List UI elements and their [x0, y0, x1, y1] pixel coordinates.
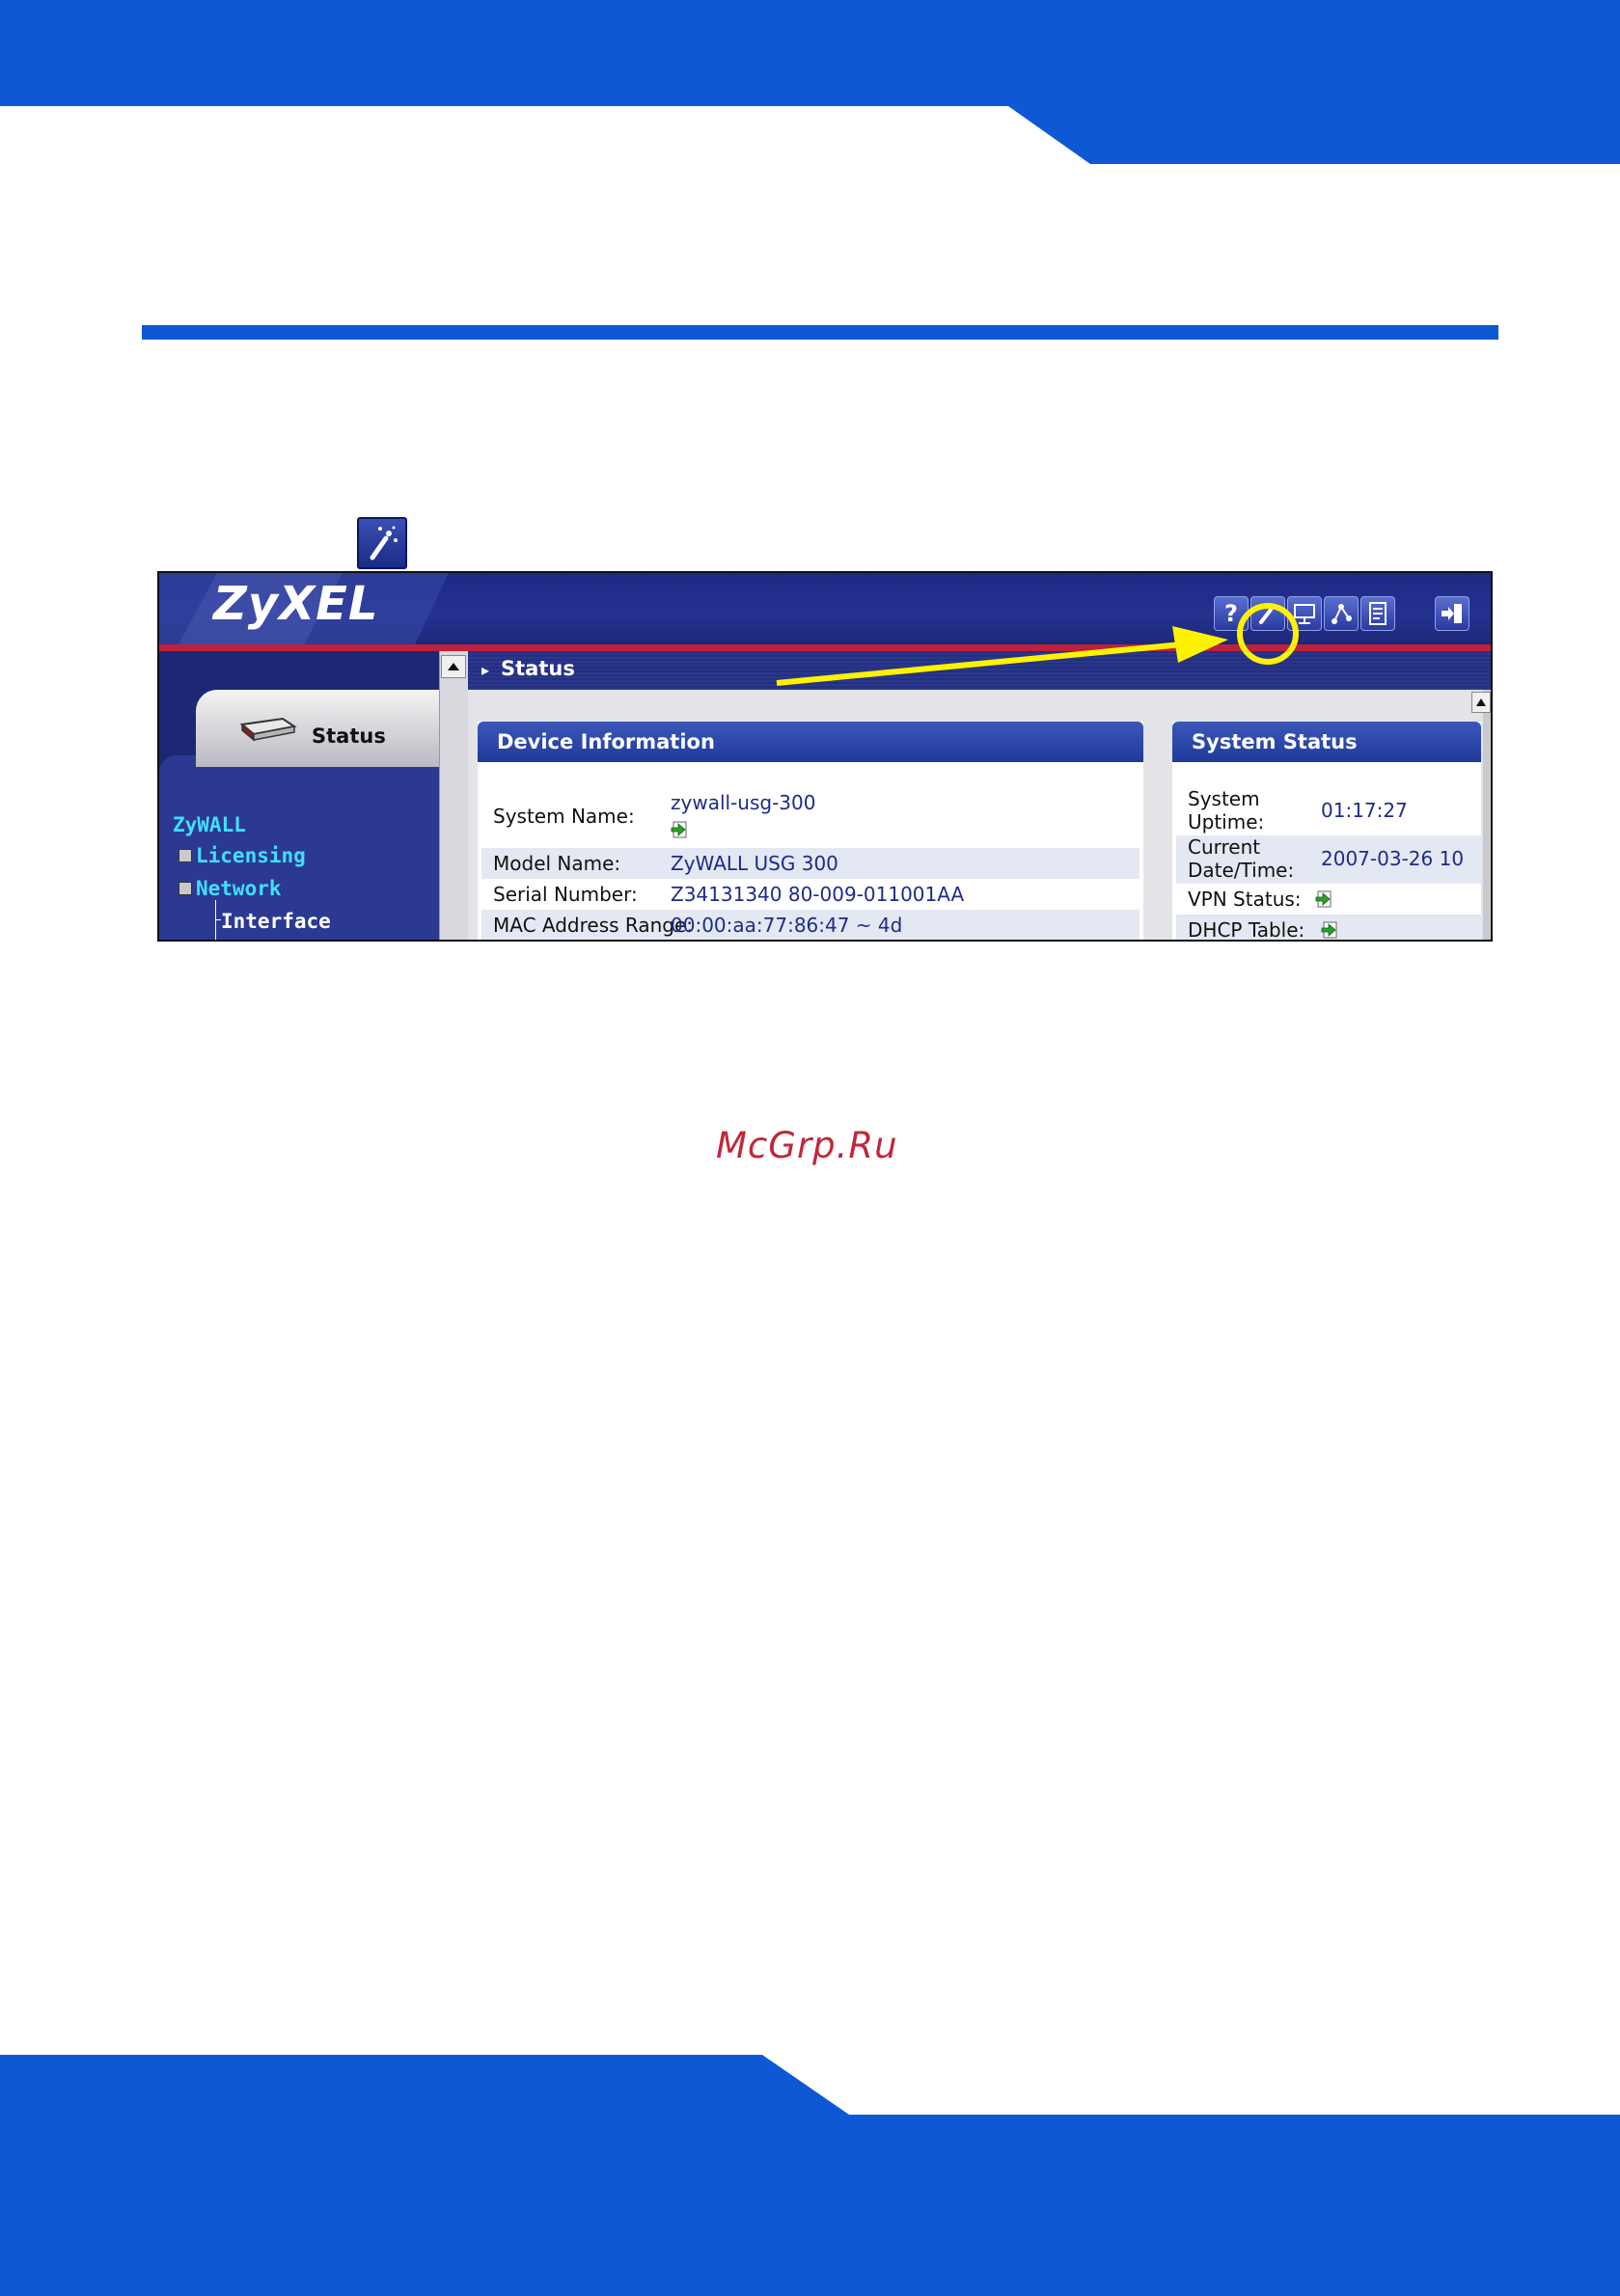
panel-title: Device Information [497, 730, 715, 753]
table-row: Model Name: ZyWALL USG 300 [481, 848, 1139, 879]
go-arrow-icon[interactable] [671, 820, 690, 839]
notes-icon [1369, 602, 1387, 625]
table-row: MAC Address Range: 00:00:aa:77:86:47 ~ 4… [481, 910, 1139, 940]
row-value: 2007-03-26 10 [1321, 847, 1465, 870]
table-row: VPN Status: [1176, 884, 1481, 915]
scroll-up-icon [448, 663, 459, 670]
scroll-up-button[interactable] [1471, 692, 1491, 713]
wand-icon [357, 517, 407, 569]
row-label: Uptime: [1188, 810, 1265, 834]
expand-icon[interactable] [178, 849, 192, 862]
row-label: System [1188, 787, 1260, 810]
nav-item-zywall[interactable]: ZyWALL [173, 813, 246, 836]
nav-scrollbar[interactable] [439, 651, 468, 940]
row-label: DHCP Table: [1188, 918, 1305, 942]
status-tab[interactable]: Status [196, 690, 439, 767]
table-row: Current Date/Time: 2007-03-26 10 [1176, 835, 1481, 884]
page-title: Status [501, 657, 575, 680]
section-rule [142, 325, 1498, 340]
watermark: McGrp.Ru [716, 1125, 898, 1166]
nav-item-licensing[interactable]: Licensing [196, 844, 306, 867]
row-label: VPN Status: [1188, 888, 1302, 911]
device-information-panel: Device Information System Name: zywall-u… [478, 722, 1143, 940]
bottom-blue-band [0, 2055, 1620, 2296]
row-value: 01:17:27 [1321, 799, 1408, 822]
network-button[interactable] [1324, 596, 1359, 631]
row-value: zywall-usg-300 [671, 791, 816, 814]
help-icon: ? [1224, 600, 1238, 627]
nav-item-network[interactable]: Network [196, 877, 282, 900]
content-scrollbar[interactable] [1483, 690, 1491, 940]
go-arrow-icon[interactable] [1321, 920, 1340, 940]
row-value: ZyWALL USG 300 [671, 852, 838, 875]
nav-item-interface[interactable]: Interface [221, 910, 331, 933]
table-row: Serial Number: Z34131340 80-009-011001AA [481, 879, 1139, 910]
row-value: 00:00:aa:77:86:47 ~ 4d [671, 914, 903, 937]
row-label: Current [1188, 835, 1261, 859]
chevron-right-icon: ▸ [481, 661, 490, 679]
top-blue-band [0, 0, 1620, 164]
status-tab-label: Status [312, 724, 386, 748]
zyxel-logo: ZyXEL [213, 577, 379, 631]
panel-header: System Status [1172, 722, 1481, 762]
collapse-icon[interactable] [178, 882, 192, 895]
row-label: Model Name: [493, 852, 621, 875]
panel-header: Device Information [478, 722, 1143, 762]
notes-button[interactable] [1360, 596, 1395, 631]
go-arrow-icon[interactable] [1315, 889, 1334, 909]
status-content: Device Information System Name: zywall-u… [468, 690, 1491, 942]
scroll-up-icon [1476, 698, 1486, 706]
row-value: Z34131340 80-009-011001AA [671, 883, 965, 906]
row-label: Serial Number: [493, 883, 638, 906]
status-title-bar: ▸ Status [468, 651, 1491, 690]
highlight-circle [1237, 603, 1299, 665]
logout-button[interactable] [1435, 596, 1469, 631]
zywall-screenshot: ZyXEL ? Status ZyWALL Licensing Network … [157, 571, 1493, 942]
scroll-up-button[interactable] [441, 655, 466, 678]
logout-icon [1442, 604, 1462, 623]
row-label: System Name: [493, 805, 635, 828]
row-label: Date/Time: [1188, 859, 1295, 882]
table-row: DHCP Table: [1176, 915, 1481, 942]
table-row: System Uptime: 01:17:27 [1176, 787, 1481, 835]
panel-title: System Status [1192, 730, 1358, 753]
row-label: MAC Address Range: [493, 914, 694, 937]
left-navigation: Status ZyWALL Licensing Network Interfac… [159, 651, 439, 940]
router-icon [239, 717, 297, 742]
network-icon [1332, 604, 1352, 624]
system-status-panel: System Status System Uptime: 01:17:27 Cu… [1172, 722, 1481, 942]
tree-line [215, 900, 216, 940]
table-row: System Name: zywall-usg-300 [481, 787, 1139, 845]
